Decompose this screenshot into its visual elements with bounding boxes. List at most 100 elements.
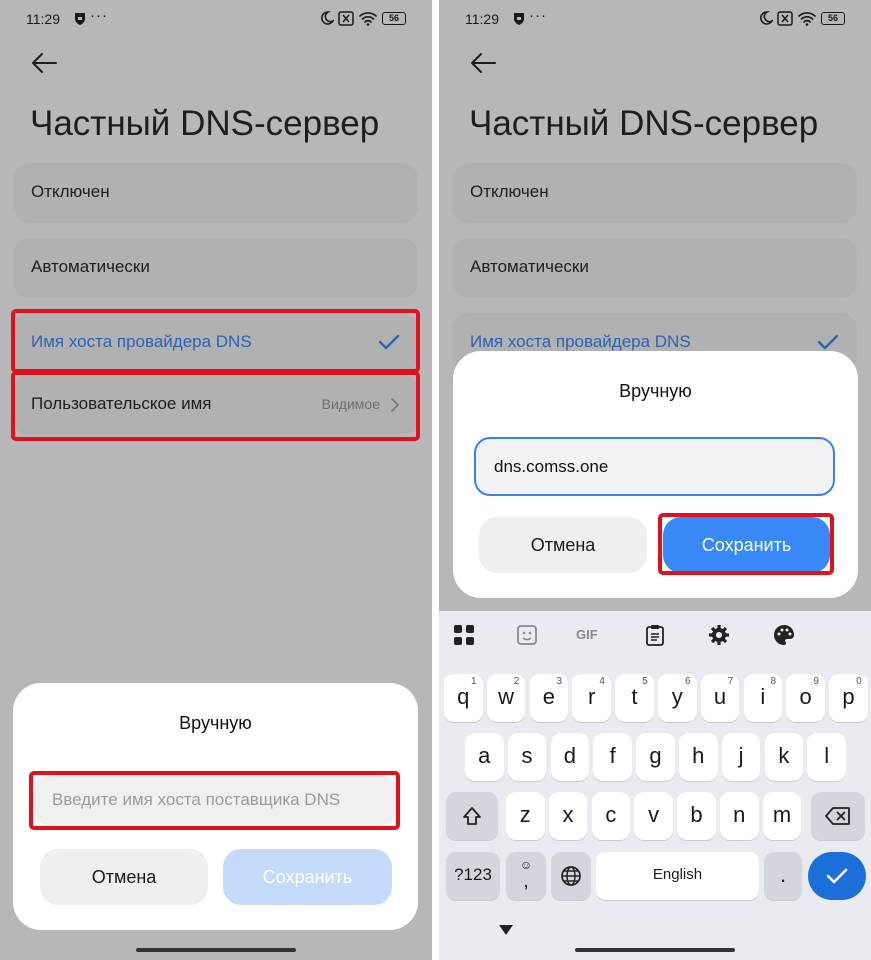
key-h[interactable]: h	[679, 733, 718, 781]
battery-icon: 56	[382, 12, 406, 25]
period-key[interactable]: .	[764, 852, 802, 900]
key-z[interactable]: z	[506, 792, 545, 840]
hostname-input[interactable]	[474, 437, 835, 496]
wifi-icon	[359, 12, 377, 26]
status-time: 11:29	[465, 11, 499, 27]
key-q[interactable]: 1q	[444, 674, 483, 722]
chevron-right-icon	[391, 398, 399, 412]
key-v[interactable]: v	[634, 792, 673, 840]
key-d[interactable]: d	[550, 733, 590, 781]
comma-label: ,	[523, 870, 529, 892]
status-time: 11:29	[26, 11, 60, 27]
option-label: Пользовательское имя	[31, 394, 212, 413]
key-hint: 5	[642, 676, 648, 687]
key-e[interactable]: 3e	[529, 674, 569, 722]
theme-palette-icon[interactable]	[772, 623, 796, 647]
save-button[interactable]: Сохранить	[663, 517, 830, 573]
shift-key[interactable]	[446, 792, 498, 840]
key-c[interactable]: c	[591, 792, 631, 840]
option-label: Автоматически	[470, 257, 589, 276]
key-label: e	[542, 684, 555, 709]
key-hint: 6	[684, 676, 691, 687]
key-label: w	[498, 684, 514, 709]
hostname-field[interactable]	[476, 439, 833, 494]
option-label: Имя хоста провайдера DNS	[470, 332, 691, 351]
key-label: y	[671, 684, 683, 709]
key-hint: 7	[727, 676, 734, 687]
key-o[interactable]: 9o	[786, 674, 825, 722]
shift-arrow-icon	[463, 807, 481, 825]
key-y[interactable]: 6y	[658, 674, 697, 722]
key-f[interactable]: f	[593, 733, 632, 781]
key-m[interactable]: m	[762, 792, 802, 840]
back-arrow-icon[interactable]	[469, 52, 497, 74]
key-hint: 8	[770, 676, 777, 687]
key-b[interactable]: b	[677, 792, 716, 840]
option-automatic[interactable]: Автоматически	[13, 238, 418, 298]
screenshot-divider	[432, 0, 439, 960]
key-x[interactable]: x	[548, 792, 588, 840]
key-n[interactable]: n	[720, 792, 759, 840]
key-r[interactable]: 4r	[572, 674, 611, 722]
enter-key[interactable]	[808, 852, 866, 900]
save-button[interactable]: Сохранить	[223, 849, 392, 905]
backspace-key[interactable]	[811, 792, 865, 840]
moon-icon	[760, 11, 773, 25]
key-hint: 0	[856, 676, 862, 687]
hide-keyboard-icon[interactable]	[498, 924, 514, 936]
cancel-button[interactable]: Отмена	[40, 849, 208, 905]
checkmark-icon	[378, 334, 400, 350]
page-title: Частный DNS-сервер	[469, 104, 819, 143]
more-notifications-icon: ···	[529, 7, 547, 24]
symbols-key[interactable]: ?123	[446, 852, 500, 900]
checkmark-icon	[817, 334, 839, 350]
key-label: q	[457, 684, 470, 709]
key-u[interactable]: 7u	[700, 674, 740, 722]
key-j[interactable]: j	[721, 733, 761, 781]
option-off[interactable]: Отключен	[13, 163, 418, 223]
key-label: u	[713, 684, 727, 709]
key-hint: 4	[599, 676, 605, 687]
no-sim-icon	[338, 11, 354, 26]
gif-icon[interactable]: GIF	[576, 623, 606, 647]
language-key[interactable]	[551, 852, 591, 900]
key-a[interactable]: a	[465, 733, 504, 781]
key-label: p	[842, 684, 855, 709]
battery-icon: 56	[821, 12, 845, 25]
option-custom-name[interactable]: Пользовательское имя Видимое	[13, 375, 418, 435]
key-hint: 1	[470, 676, 477, 687]
comma-emoji-key[interactable]: ☺ ,	[506, 852, 546, 900]
key-i[interactable]: 8i	[743, 674, 783, 722]
status-bar: 11:29 ··· 56	[439, 7, 871, 30]
apps-grid-icon[interactable]	[452, 623, 476, 647]
cancel-button[interactable]: Отмена	[479, 517, 647, 573]
shield-icon	[75, 13, 85, 25]
key-s[interactable]: s	[507, 733, 547, 781]
key-label: r	[587, 684, 596, 709]
hostname-input[interactable]	[34, 775, 397, 825]
key-w[interactable]: 2w	[486, 674, 526, 722]
hostname-field[interactable]	[34, 775, 397, 825]
key-l[interactable]: l	[807, 733, 846, 781]
option-provider-hostname[interactable]: Имя хоста провайдера DNS	[13, 313, 418, 373]
manual-dns-dialog: Вручную Отмена Сохранить	[13, 683, 418, 930]
key-t[interactable]: 5t	[615, 674, 654, 722]
option-off[interactable]: Отключен	[452, 163, 857, 223]
key-k[interactable]: k	[764, 733, 804, 781]
key-label: o	[799, 684, 812, 709]
option-automatic[interactable]: Автоматически	[452, 238, 857, 298]
clipboard-icon[interactable]	[643, 623, 667, 647]
gesture-bar	[575, 948, 735, 952]
key-g[interactable]: g	[636, 733, 675, 781]
more-notifications-icon: ···	[90, 7, 108, 24]
key-p[interactable]: 0p	[829, 674, 868, 722]
option-label: Отключен	[470, 182, 549, 201]
sticker-icon[interactable]	[515, 623, 539, 647]
key-label: i	[760, 684, 766, 709]
back-arrow-icon[interactable]	[30, 52, 58, 74]
option-label: Имя хоста провайдера DNS	[31, 332, 252, 351]
dialog-title: Вручную	[179, 713, 252, 733]
settings-gear-icon[interactable]	[707, 623, 731, 647]
key-hint: 9	[813, 676, 819, 687]
space-key[interactable]: English	[596, 852, 759, 900]
